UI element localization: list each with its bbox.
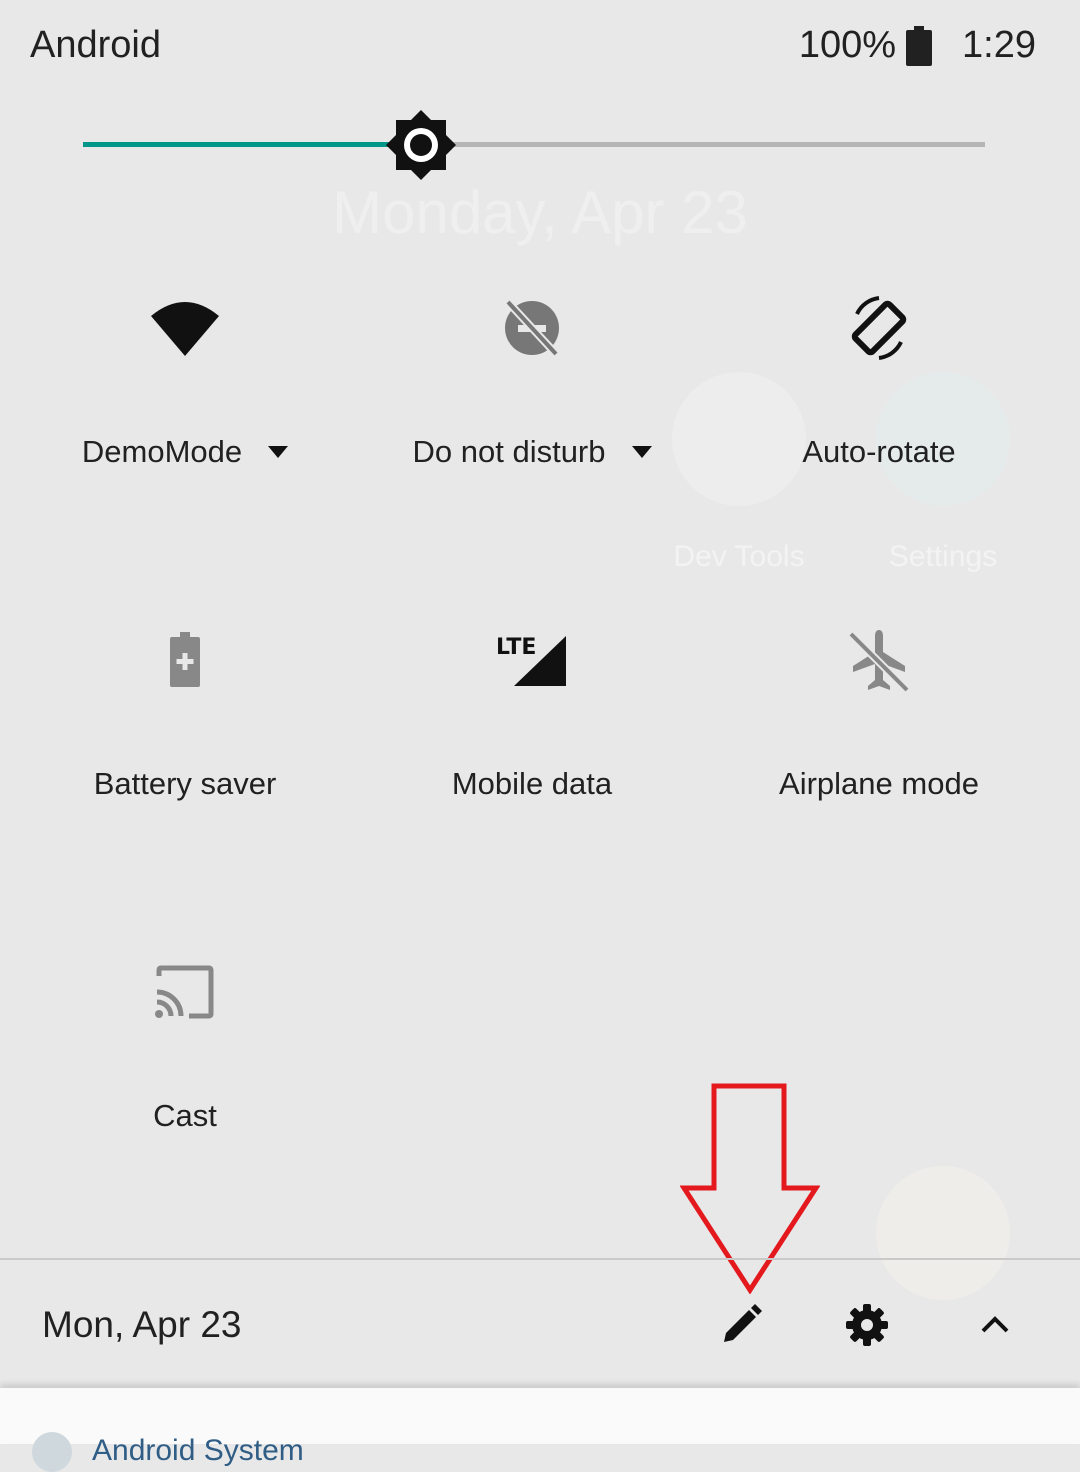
battery-percent: 100%: [798, 24, 897, 66]
cast-icon: [155, 965, 214, 1019]
footer-date: Mon, Apr 23: [42, 1304, 242, 1345]
brightness-track-fill: [83, 142, 422, 147]
airplane-mode-off-icon: [848, 630, 910, 693]
clock: 1:29: [962, 24, 1036, 66]
background-app-label: Settings: [888, 540, 998, 573]
brightness-slider[interactable]: [83, 110, 985, 180]
battery-saver-icon: [170, 632, 200, 687]
battery-full-icon: [906, 25, 933, 66]
tile-label: Airplane mode: [779, 766, 979, 801]
gear-icon[interactable]: [842, 1300, 892, 1350]
pencil-icon[interactable]: [716, 1300, 766, 1350]
background-app-label: Dev Tools: [673, 540, 805, 573]
tile-mobile-data[interactable]: LTE Mobile data: [382, 624, 682, 802]
tile-cast[interactable]: Cast: [35, 956, 335, 1134]
tile-label: Mobile data: [451, 766, 613, 801]
brightness-icon[interactable]: [386, 110, 457, 180]
carrier-name: Android: [30, 24, 161, 66]
tile-label: Do not disturb: [412, 434, 606, 469]
dropdown-caret-icon[interactable]: [268, 446, 289, 458]
chevron-up-icon[interactable]: [970, 1300, 1020, 1350]
tile-do-not-disturb[interactable]: Do not disturb: [382, 292, 682, 470]
mobile-data-lte-icon: LTE: [496, 635, 566, 686]
tile-label: Auto-rotate: [802, 434, 956, 469]
wifi-icon: [151, 302, 219, 356]
do-not-disturb-off-icon: [505, 299, 559, 357]
tile-airplane-mode[interactable]: Airplane mode: [729, 624, 1029, 802]
notification-peek[interactable]: Android System: [0, 1388, 1080, 1472]
tile-label: DemoMode: [81, 434, 243, 469]
tile-label: Cast: [153, 1098, 217, 1133]
svg-text:LTE: LTE: [496, 635, 536, 660]
android-system-icon: [32, 1432, 72, 1472]
quick-settings-footer: Mon, Apr 23: [0, 1258, 1080, 1390]
notification-title: Android System: [92, 1434, 304, 1467]
auto-rotate-icon: [851, 296, 907, 360]
tile-wifi[interactable]: DemoMode: [35, 292, 335, 470]
dropdown-caret-icon[interactable]: [631, 446, 652, 458]
tile-auto-rotate[interactable]: Auto-rotate: [729, 292, 1029, 470]
background-date: Monday, Apr 23: [332, 179, 748, 246]
status-right: 100% 1:29: [799, 24, 1036, 67]
tile-label: Battery saver: [93, 766, 277, 801]
status-bar: Android 100% 1:29: [0, 0, 1080, 92]
tile-battery-saver[interactable]: Battery saver: [35, 624, 335, 802]
